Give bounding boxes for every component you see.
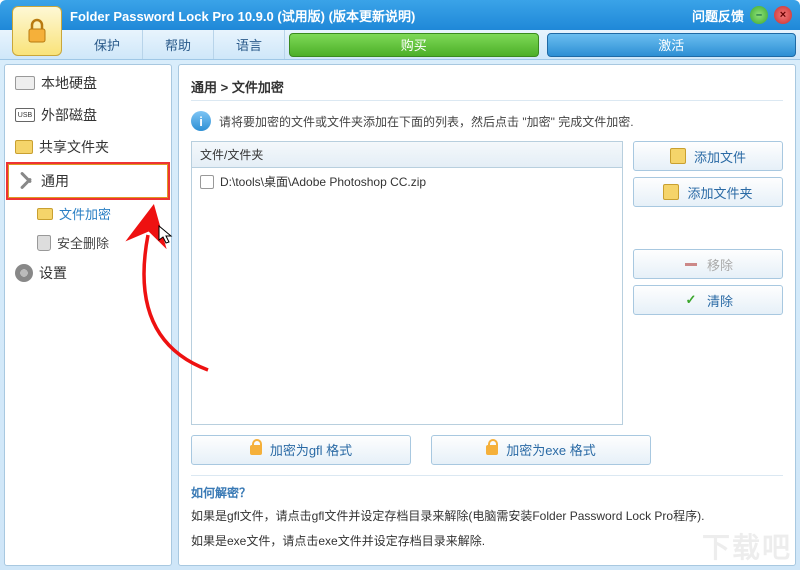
shared-folder-icon: [15, 140, 33, 154]
check-icon: ✓: [683, 292, 699, 308]
sidebar-item-label: 设置: [39, 263, 67, 283]
help-line-1: 如果是gfl文件，请点击gfl文件并设定存档目录来解除(电脑需安装Folder …: [191, 507, 783, 526]
menubar: 保护 帮助 语言 购买 激活: [0, 30, 800, 60]
buy-button[interactable]: 购买: [289, 33, 538, 57]
folder-icon: [663, 184, 679, 200]
subitem-file-encrypt[interactable]: 文件加密: [7, 199, 169, 228]
minimize-button[interactable]: –: [750, 6, 768, 24]
window-title: Folder Password Lock Pro 10.9.0 (试用版) (版…: [70, 6, 415, 25]
sidebar-item-shared-folder[interactable]: 共享文件夹: [7, 131, 169, 163]
menu-lang[interactable]: 语言: [214, 30, 285, 59]
remove-button[interactable]: 移除: [633, 249, 783, 279]
activate-button[interactable]: 激活: [547, 33, 796, 57]
help-section: 如何解密？ 如果是gfl文件，请点击gfl文件并设定存档目录来解除(电脑需安装F…: [191, 475, 783, 557]
sidebar-item-label: 本地硬盘: [41, 73, 97, 93]
sidebar-item-general[interactable]: 通用: [7, 163, 169, 199]
sidebar-item-local-disk[interactable]: 本地硬盘: [7, 67, 169, 99]
app-icon: [12, 6, 62, 56]
sidebar-item-external-disk[interactable]: USB 外部磁盘: [7, 99, 169, 131]
info-icon: i: [191, 111, 211, 131]
file-path: D:\tools\桌面\Adobe Photoshop CC.zip: [220, 173, 426, 190]
hint-row: i 请将要加密的文件或文件夹添加在下面的列表，然后点击 "加密" 完成文件加密.: [191, 101, 783, 141]
sidebar-item-settings[interactable]: 设置: [7, 257, 169, 289]
encrypt-buttons-row: 加密为gfl 格式 加密为exe 格式: [191, 425, 783, 475]
subitem-label: 文件加密: [59, 204, 111, 223]
folder-icon: [670, 148, 686, 164]
feedback-link[interactable]: 问题反馈: [692, 6, 744, 25]
menu-protect[interactable]: 保护: [72, 30, 143, 59]
lock-icon: [250, 445, 262, 455]
sidebar-item-label: 通用: [41, 171, 69, 191]
help-line-2: 如果是exe文件，请点击exe文件并设定存档目录来解除.: [191, 532, 783, 551]
subitem-label: 安全删除: [57, 233, 109, 252]
table-row[interactable]: D:\tools\桌面\Adobe Photoshop CC.zip: [194, 170, 620, 193]
minus-icon: [685, 263, 697, 266]
lock-icon: [486, 445, 498, 455]
help-title: 如何解密？: [191, 484, 783, 501]
sidebar-item-label: 外部磁盘: [41, 105, 97, 125]
file-list: 文件/文件夹 D:\tools\桌面\Adobe Photoshop CC.zi…: [191, 141, 623, 425]
main-panel: 通用 > 文件加密 i 请将要加密的文件或文件夹添加在下面的列表，然后点击 "加…: [178, 64, 796, 566]
drive-icon: [15, 76, 35, 90]
clear-button[interactable]: ✓ 清除: [633, 285, 783, 315]
breadcrumb: 通用 > 文件加密: [191, 73, 783, 101]
action-buttons: 添加文件 添加文件夹 移除 ✓ 清除: [633, 141, 783, 425]
gear-icon: [15, 264, 33, 282]
close-button[interactable]: ×: [774, 6, 792, 24]
hint-text: 请将要加密的文件或文件夹添加在下面的列表，然后点击 "加密" 完成文件加密.: [219, 113, 634, 130]
sidebar-item-label: 共享文件夹: [39, 137, 109, 157]
usb-icon: USB: [15, 108, 35, 122]
encrypt-exe-button[interactable]: 加密为exe 格式: [431, 435, 651, 465]
trash-icon: [37, 235, 51, 251]
folder-icon: [37, 208, 53, 220]
sidebar: 本地硬盘 USB 外部磁盘 共享文件夹 通用 文件加密 安全删除 设置: [4, 64, 172, 566]
menu-help[interactable]: 帮助: [143, 30, 214, 59]
titlebar: Folder Password Lock Pro 10.9.0 (试用版) (版…: [0, 0, 800, 30]
subitem-secure-delete[interactable]: 安全删除: [7, 228, 169, 257]
add-folder-button[interactable]: 添加文件夹: [633, 177, 783, 207]
tools-icon: [17, 172, 35, 190]
encrypt-gfl-button[interactable]: 加密为gfl 格式: [191, 435, 411, 465]
add-file-button[interactable]: 添加文件: [633, 141, 783, 171]
file-list-header: 文件/文件夹: [192, 142, 622, 168]
file-icon: [200, 175, 214, 189]
file-list-body[interactable]: D:\tools\桌面\Adobe Photoshop CC.zip: [192, 168, 622, 424]
